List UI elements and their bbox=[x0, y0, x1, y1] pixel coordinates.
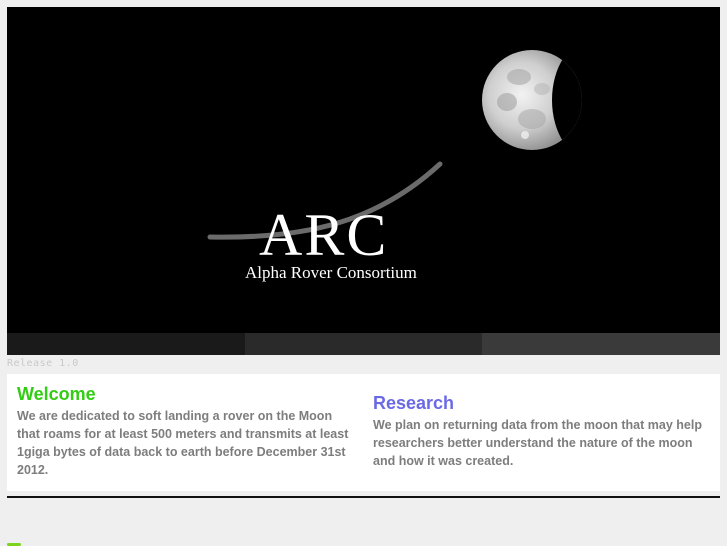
logo-subtitle: Alpha Rover Consortium bbox=[245, 263, 417, 282]
hero-graphic: ARC Alpha Rover Consortium bbox=[207, 50, 582, 282]
moon-image bbox=[482, 50, 582, 150]
section-divider bbox=[7, 496, 720, 498]
release-label: Release 1.0 bbox=[7, 358, 79, 369]
nav-bar bbox=[7, 333, 721, 355]
nav-item-3[interactable] bbox=[482, 333, 721, 355]
welcome-text: We are dedicated to soft landing a rover… bbox=[17, 409, 349, 477]
content-panel: Welcome We are dedicated to soft landing… bbox=[7, 374, 720, 491]
research-heading: Research bbox=[373, 393, 455, 413]
logo-text: ARC bbox=[259, 202, 388, 268]
welcome-section: Welcome We are dedicated to soft landing… bbox=[17, 384, 353, 479]
research-text: We plan on returning data from the moon … bbox=[373, 418, 702, 468]
nav-item-1[interactable] bbox=[7, 333, 245, 355]
nav-item-2[interactable] bbox=[244, 333, 483, 355]
research-section: Research We plan on returning data from … bbox=[373, 393, 709, 470]
hero-banner: ARC Alpha Rover Consortium bbox=[7, 7, 720, 333]
welcome-heading: Welcome bbox=[17, 384, 96, 404]
